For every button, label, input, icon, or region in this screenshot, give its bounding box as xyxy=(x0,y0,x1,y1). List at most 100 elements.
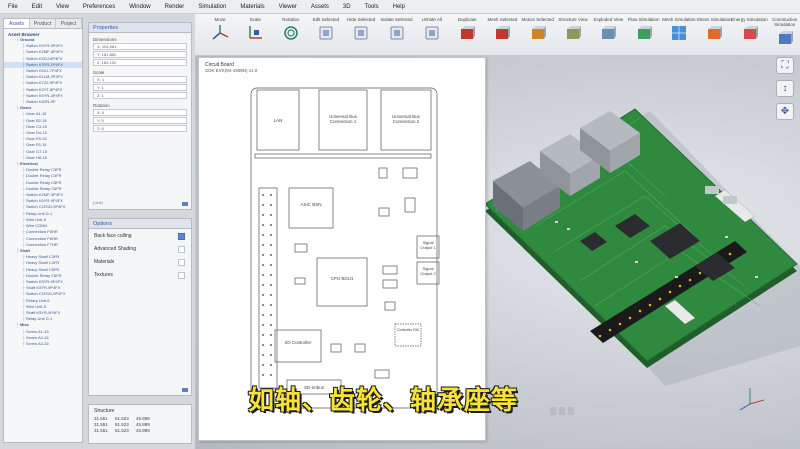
property-field[interactable]: Y: 1 xyxy=(93,84,187,91)
option-checkbox[interactable] xyxy=(178,246,185,253)
structure-values: 31.551 51.523 45.889 31.551 51.523 45.889… xyxy=(94,416,186,434)
property-field[interactable]: X: 104.961 xyxy=(93,43,187,50)
exploded-view-icon xyxy=(602,26,617,39)
subtitle-dots xyxy=(550,407,577,417)
option-row: Materials xyxy=(89,257,191,268)
label-usb1: Universal Bus Connection 1 xyxy=(329,114,357,124)
motion-selected-button[interactable]: Motion Selected xyxy=(519,17,557,42)
ribbon-label: Isolate Selected xyxy=(380,17,413,22)
ribbon-label: Hide Selected xyxy=(347,17,376,22)
ribbon-label: Unhide All xyxy=(421,17,442,22)
unhide-all-button[interactable]: Unhide All xyxy=(413,17,451,42)
scale-axes-button[interactable]: Scale xyxy=(236,17,274,42)
menu-window[interactable]: Window xyxy=(129,4,150,10)
options-expand-button[interactable] xyxy=(182,388,188,392)
menu-file[interactable]: File xyxy=(8,4,18,10)
construction-simulation-icon xyxy=(778,31,793,44)
label-lan: LAN xyxy=(274,118,283,123)
structure-panel: Structure 31.551 51.523 45.889 31.551 51.… xyxy=(88,404,192,444)
properties-title: Properties xyxy=(89,23,191,33)
edit-selected-icon xyxy=(319,26,333,40)
move-axes-button[interactable]: Move xyxy=(201,17,239,42)
menu-assets[interactable]: Assets xyxy=(311,4,329,10)
menu-render[interactable]: Render xyxy=(165,4,185,10)
property-field[interactable]: Y: 181.881 xyxy=(93,51,187,58)
label-signal-1: Signal Output 1 xyxy=(420,240,436,250)
ribbon-label: Motion Selected xyxy=(521,17,554,22)
edit-selected-button[interactable]: Edit Selected xyxy=(307,17,345,42)
label-usb2: Universal Bus Connection 2 xyxy=(392,114,420,124)
properties-expand-button[interactable] xyxy=(182,202,188,206)
view-nav-tools: ⛶ ↕ ✥ xyxy=(776,57,796,126)
asset-tabs: Assets Product Project xyxy=(4,19,82,29)
mesh-selected-button[interactable]: Mesh Selected xyxy=(483,17,521,42)
menu-3d[interactable]: 3D xyxy=(343,4,351,10)
exploded-view-button[interactable]: Exploded View xyxy=(589,17,627,42)
property-field[interactable]: Z: 181.131 xyxy=(93,59,187,66)
rotate-icon xyxy=(283,26,298,40)
flow-simulation-button[interactable]: Flow Simulation xyxy=(625,17,663,42)
pan-button[interactable]: ✥ xyxy=(776,103,794,120)
property-field[interactable]: X: 0 xyxy=(93,109,187,116)
property-section-label: Dimensions xyxy=(93,37,117,42)
menu-preferences[interactable]: Preferences xyxy=(83,4,115,10)
properties-sections: Dimensions X: 104.961 Y: 181.881 Z: 181.131… xyxy=(89,37,191,132)
options-list: Back face culling Advanced Shading Materia… xyxy=(89,231,191,281)
properties-panel: Properties Dimensions X: 104.961 Y: 181.88… xyxy=(88,22,192,210)
ribbon-label: Rotation xyxy=(282,17,299,22)
flow-simulation-icon xyxy=(637,26,652,39)
menu-simulation[interactable]: Simulation xyxy=(198,4,226,10)
option-label: Textures xyxy=(94,272,113,278)
menu-view[interactable]: View xyxy=(56,4,69,10)
ribbon-toolbar: Move Scale Rotation Edit Selected Hide Selec… xyxy=(195,14,800,56)
options-panel: Options Back face culling Advanced Shadin… xyxy=(88,218,192,396)
tree-item[interactable]: Screw A3-15 xyxy=(4,341,82,347)
property-field[interactable]: Z: 1 xyxy=(93,92,187,99)
property-section-label: Rotation xyxy=(93,103,110,108)
ribbon-label: Move xyxy=(214,17,226,22)
hide-selected-icon xyxy=(354,26,368,40)
mesh-simulation-button[interactable]: Mesh Simulation xyxy=(660,17,698,42)
menu-help[interactable]: Help xyxy=(393,4,405,10)
property-field[interactable]: Z: 0 xyxy=(93,125,187,132)
ribbon-label: Mesh Simulation xyxy=(662,17,696,22)
zoom-button[interactable]: ↕ xyxy=(776,80,794,97)
menu-viewer[interactable]: Viewer xyxy=(279,4,297,10)
stress-simulation-button[interactable]: Stress Simulation xyxy=(695,17,733,42)
label-cpu: CPU BDU1 xyxy=(330,276,354,281)
construction-simulation-button[interactable]: Construction Simulation xyxy=(766,17,800,47)
ribbon-label: Edit Selected xyxy=(312,17,340,22)
hide-selected-button[interactable]: Hide Selected xyxy=(342,17,380,42)
option-label: Advanced Shading xyxy=(94,246,136,252)
label-io: I/O Controller xyxy=(284,340,312,345)
rotate-button[interactable]: Rotation xyxy=(272,17,310,42)
fit-view-button[interactable]: ⛶ xyxy=(776,57,794,74)
menu-tools[interactable]: Tools xyxy=(365,4,379,10)
structure-view-button[interactable]: Structure View xyxy=(554,17,592,42)
properties-unit-label: (Unit) xyxy=(93,200,103,205)
asset-tree: Asset BrowserGroundSwitch K5YR-9P4FXSwit… xyxy=(4,32,82,347)
asset-browser-panel: AssetsProductProject Asset BrowserGround… xyxy=(3,18,83,443)
tab-assets[interactable]: Assets xyxy=(4,19,30,28)
option-row: Textures xyxy=(89,270,191,281)
video-subtitle: 如轴、齿轮、轴承座等 xyxy=(248,386,519,416)
duplicate-button[interactable]: Duplicate xyxy=(448,17,486,42)
option-checkbox[interactable] xyxy=(178,272,185,279)
option-checkbox[interactable] xyxy=(178,259,185,266)
property-field[interactable]: Y: 0 xyxy=(93,117,187,124)
move-axes-icon xyxy=(212,25,229,40)
isolate-selected-button[interactable]: Isolate Selected xyxy=(378,17,416,42)
menu-edit[interactable]: Edit xyxy=(32,4,42,10)
label-controller: Controller RAI xyxy=(397,328,419,332)
tab-project[interactable]: Project xyxy=(56,19,82,28)
energy-simulation-button[interactable]: Energy Simulation xyxy=(731,17,769,42)
menu-materials[interactable]: Materials xyxy=(240,4,264,10)
option-checkbox[interactable] xyxy=(178,233,185,240)
property-field[interactable]: X: 1 xyxy=(93,76,187,83)
isolate-selected-icon xyxy=(390,26,403,40)
mesh-selected-icon xyxy=(496,26,511,39)
unhide-all-icon xyxy=(425,26,439,40)
mesh-simulation-icon xyxy=(671,26,686,40)
tab-product[interactable]: Product xyxy=(30,19,56,28)
label-signal-2: Signal Output 2 xyxy=(420,266,436,276)
